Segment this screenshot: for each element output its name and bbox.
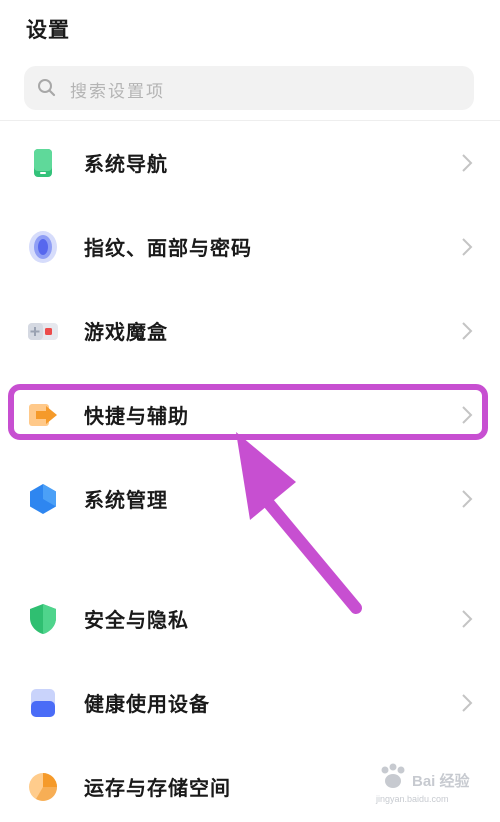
fingerprint-icon	[29, 231, 57, 263]
chevron-right-icon	[462, 238, 473, 256]
storage-pie-icon	[29, 773, 57, 801]
chevron-right-icon	[462, 154, 473, 172]
settings-item-health-usage[interactable]: 健康使用设备	[0, 672, 500, 732]
chevron-right-icon	[462, 322, 473, 340]
search-placeholder: 搜索设置项	[70, 82, 165, 102]
settings-item-label: 快捷与辅助	[84, 404, 189, 428]
settings-item-label: 系统导航	[84, 152, 168, 176]
settings-item-label: 运存与存储空间	[84, 776, 231, 800]
chevron-right-icon	[462, 406, 473, 424]
settings-item-label: 系统管理	[84, 488, 168, 512]
settings-item-fingerprint[interactable]: 指纹、面部与密码	[0, 216, 500, 276]
settings-item-security-privacy[interactable]: 安全与隐私	[0, 588, 500, 648]
search-icon	[38, 79, 56, 97]
chevron-right-icon	[462, 694, 473, 712]
divider	[0, 120, 500, 121]
watermark-url: jingyan.baidu.com	[376, 794, 449, 804]
chevron-right-icon	[462, 490, 473, 508]
page-title: 设置	[26, 18, 70, 42]
settings-item-system-navigation[interactable]: 系统导航	[0, 132, 500, 192]
hexagon-icon	[30, 484, 56, 514]
settings-item-system-management[interactable]: 系统管理	[0, 468, 500, 528]
watermark: Bai 经验 jingyan.baidu.com	[376, 762, 476, 812]
shortcut-arrow-icon	[29, 404, 57, 426]
settings-item-game-box[interactable]: 游戏魔盒	[0, 300, 500, 360]
health-device-icon	[31, 689, 55, 717]
settings-item-label: 游戏魔盒	[84, 320, 168, 344]
search-input[interactable]: 搜索设置项	[24, 66, 474, 110]
paw-logo-icon	[381, 763, 405, 788]
phone-navigation-icon	[34, 149, 52, 177]
settings-item-label: 安全与隐私	[84, 608, 189, 632]
game-box-icon	[28, 323, 58, 340]
chevron-right-icon	[462, 610, 473, 628]
settings-item-label: 健康使用设备	[84, 692, 210, 716]
settings-item-label: 指纹、面部与密码	[84, 236, 252, 260]
shield-icon	[30, 604, 56, 634]
watermark-text: Bai 经验	[412, 773, 470, 790]
settings-item-shortcuts-accessibility[interactable]: 快捷与辅助	[0, 384, 500, 444]
